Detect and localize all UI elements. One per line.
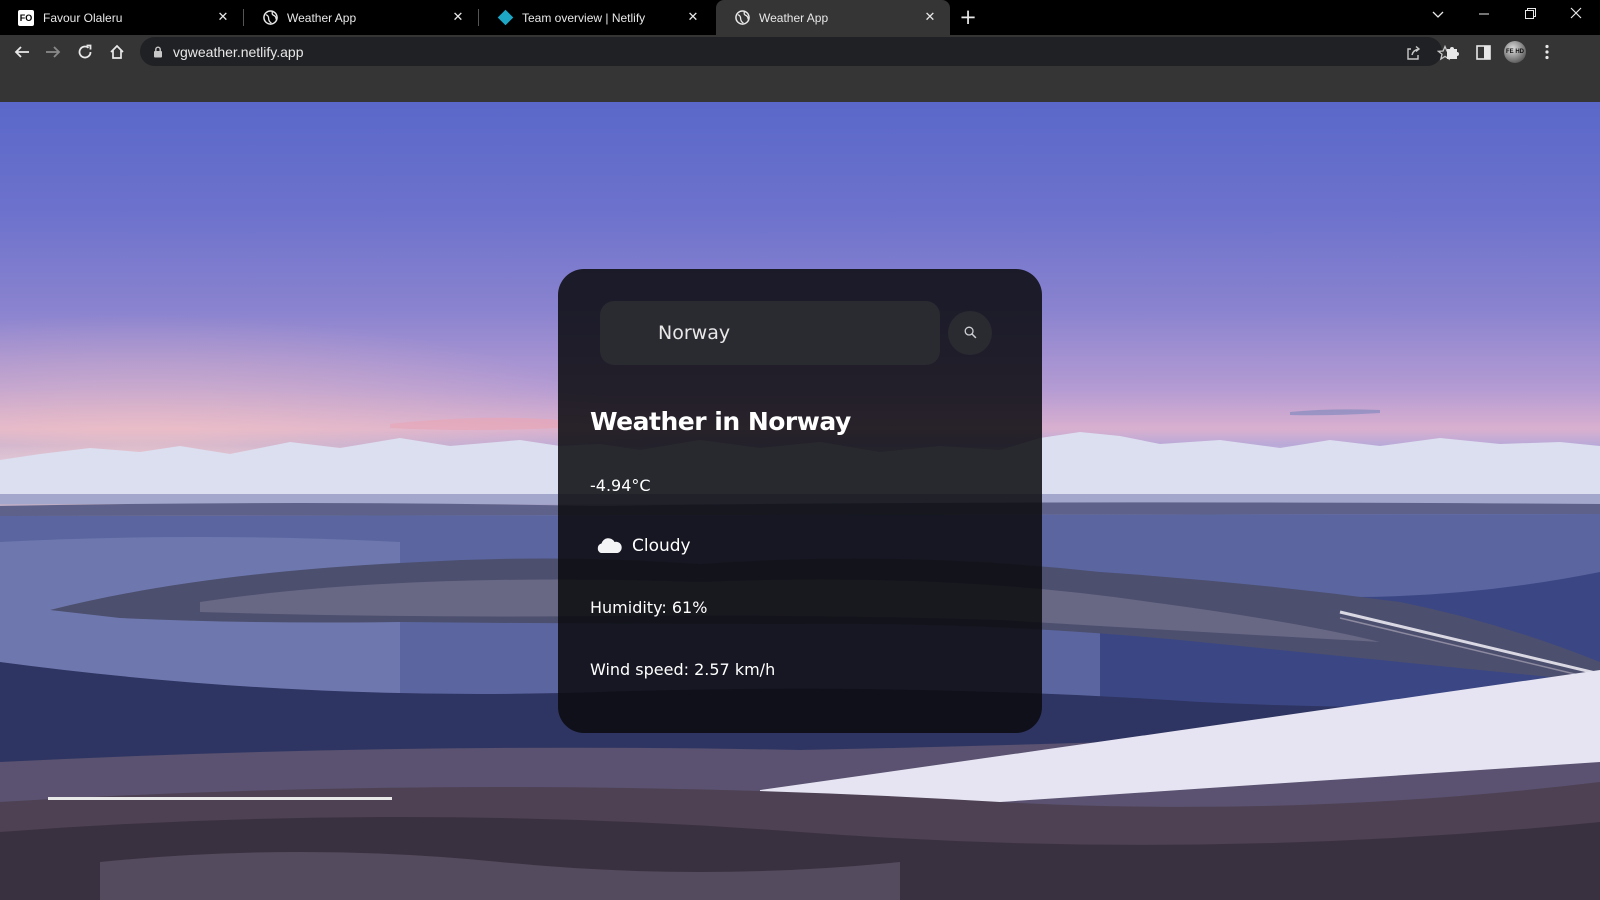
tab-title: Weather App [287, 10, 357, 25]
close-icon[interactable]: ✕ [215, 10, 231, 25]
cloud-icon [597, 538, 622, 553]
temperature-value: -4.94°C [590, 476, 651, 495]
lock-icon[interactable] [150, 44, 166, 60]
page-viewport: Weather in Norway -4.94°C Cloudy Humidit… [0, 102, 1600, 900]
tab-weather-app[interactable]: Weather App ✕ [244, 0, 478, 35]
side-panel-icon[interactable] [1471, 40, 1495, 64]
fo-logo-icon: FO [18, 9, 34, 26]
close-icon[interactable]: ✕ [922, 10, 938, 25]
restore-icon[interactable] [1508, 0, 1553, 30]
profile-avatar[interactable]: FE HD [1503, 40, 1527, 64]
humidity-value: Humidity: 61% [590, 598, 708, 617]
wind-speed-value: Wind speed: 2.57 km/h [590, 660, 776, 679]
search-field[interactable] [600, 301, 940, 365]
search-button[interactable] [948, 311, 992, 355]
home-icon[interactable] [105, 40, 129, 64]
loading-progress-line [48, 797, 392, 800]
menu-kebab-icon[interactable] [1535, 40, 1559, 64]
close-icon[interactable]: ✕ [685, 10, 701, 25]
description-text: Cloudy [632, 536, 691, 556]
browser-toolbar: vgweather.netlify.app FE HD [0, 35, 1600, 68]
new-tab-button[interactable]: + [956, 4, 980, 30]
search-icon [964, 324, 977, 343]
reload-icon[interactable] [73, 40, 97, 64]
share-icon[interactable] [1402, 42, 1424, 64]
tab-strip: FO Favour Olaleru ✕ Weather App ✕ Team o… [0, 0, 1600, 35]
weather-card: Weather in Norway -4.94°C Cloudy Humidit… [558, 269, 1042, 733]
tab-title: Favour Olaleru [43, 10, 123, 25]
globe-icon [734, 10, 750, 26]
netlify-diamond-icon [497, 9, 513, 26]
back-arrow-icon[interactable] [10, 40, 34, 64]
close-window-icon[interactable] [1553, 0, 1598, 30]
close-icon[interactable]: ✕ [450, 10, 466, 25]
minimize-icon[interactable] [1462, 0, 1507, 30]
tab-weather-app-active[interactable]: Weather App ✕ [716, 0, 950, 35]
tab-title: Team overview | Netlify [522, 10, 646, 25]
address-bar[interactable]: vgweather.netlify.app [140, 37, 1453, 66]
tab-title: Weather App [759, 10, 829, 25]
address-url: vgweather.netlify.app [173, 43, 304, 60]
bookmarks-bar [0, 68, 1600, 102]
extensions-puzzle-icon[interactable] [1440, 40, 1464, 64]
tab-search-chevron-icon[interactable] [1415, 0, 1460, 30]
tab-favour-olaleru[interactable]: FO Favour Olaleru ✕ [0, 0, 243, 35]
forward-arrow-icon[interactable] [41, 40, 65, 64]
weather-description: Cloudy [594, 534, 691, 558]
globe-icon [262, 10, 278, 26]
tab-team-overview-netlify[interactable]: Team overview | Netlify ✕ [479, 0, 713, 35]
location-heading: Weather in Norway [590, 407, 851, 436]
search-input[interactable] [658, 322, 918, 344]
